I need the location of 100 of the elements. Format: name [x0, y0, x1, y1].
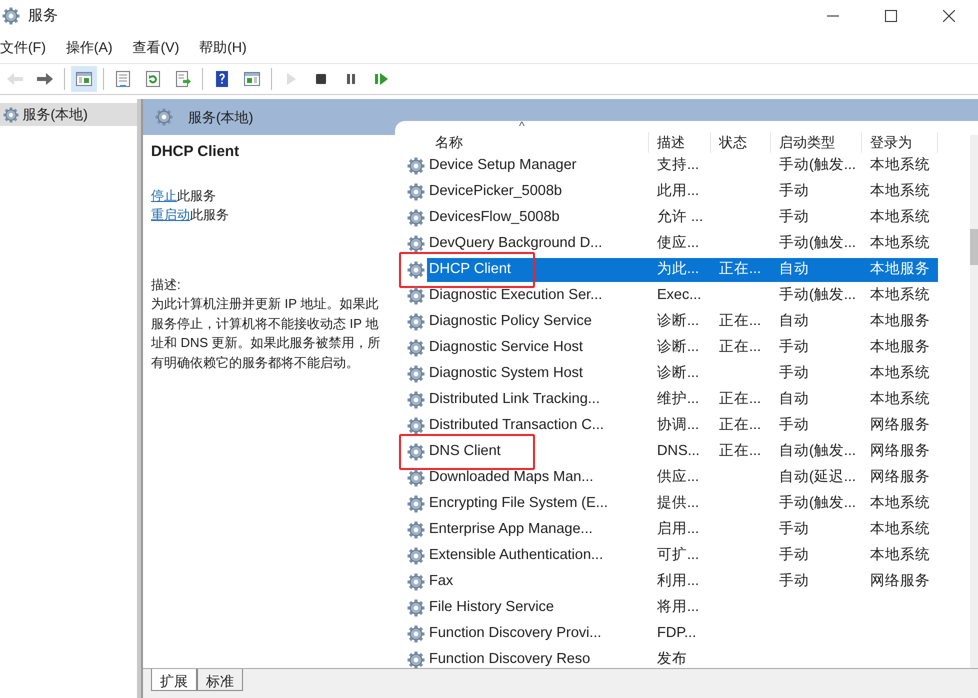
- gear-icon: [2, 7, 20, 25]
- service-row[interactable]: Downloaded Maps Man... 供应... 自动(延迟... 网络服务: [427, 466, 938, 490]
- action-text: 重启动此服务: [151, 206, 230, 224]
- service-name: Downloaded Maps Man...: [428, 468, 594, 488]
- service-row[interactable]: Encrypting File System (E... 提供... 手动(触发... 本地系统: [427, 492, 938, 516]
- logon-account: 网络服务: [869, 442, 931, 462]
- action-pane-icon: [243, 70, 261, 88]
- service-row[interactable]: DevQuery Background D... 使应... 手动(触发... 本地系统: [427, 232, 938, 256]
- service-status: 正在...: [718, 312, 762, 332]
- service-name: Function Discovery Provi...: [428, 624, 602, 644]
- service-row[interactable]: DNS Client DNS... 正在... 自动(触发... 网络服务: [427, 440, 938, 464]
- gear-icon: [407, 313, 425, 332]
- startup-type: 手动(触发...: [778, 234, 857, 254]
- service-name: Function Discovery Reso: [428, 650, 592, 670]
- service-row[interactable]: Diagnostic System Host 诊断... 手动 本地系统: [427, 362, 938, 386]
- service-description: 将用...: [656, 598, 700, 618]
- logon-account: 本地服务: [869, 312, 931, 332]
- column-header[interactable]: 启动类型: [771, 132, 862, 154]
- service-status: 正在...: [718, 338, 762, 358]
- gear-icon: [407, 573, 425, 592]
- service-description: 协调...: [656, 416, 700, 436]
- startup-type: 自动: [778, 390, 810, 410]
- menu-item[interactable]: 查看(V): [122, 36, 190, 58]
- service-description: FDP...: [656, 624, 698, 644]
- console-tree-icon: [75, 70, 93, 88]
- service-row[interactable]: Device Setup Manager 支持... 手动(触发... 本地系统: [427, 154, 938, 178]
- menu-item[interactable]: 文件(F): [0, 36, 56, 58]
- action-link[interactable]: 重启动: [151, 207, 190, 222]
- service-status: 正在...: [718, 260, 762, 280]
- service-description: 支持...: [656, 156, 700, 176]
- service-name: DevQuery Background D...: [428, 234, 604, 254]
- column-header[interactable]: 状态: [711, 132, 771, 154]
- gear-icon: [155, 108, 173, 126]
- startup-type: 手动: [778, 520, 810, 540]
- view-tab[interactable]: 扩展: [151, 669, 197, 692]
- startup-type: 手动: [778, 546, 810, 566]
- view-tab[interactable]: 标准: [197, 669, 243, 692]
- service-description: 诊断...: [656, 364, 700, 384]
- service-row[interactable]: Diagnostic Execution Ser... Exec... 手动(触发... 本地系统: [427, 284, 938, 308]
- service-row[interactable]: Enterprise App Manage... 启用... 手动 本地系统: [427, 518, 938, 542]
- service-name: DevicesFlow_5008b: [428, 208, 561, 228]
- service-row[interactable]: DevicesFlow_5008b 允许 ... 手动 本地系统: [427, 206, 938, 230]
- gear-icon: [407, 625, 425, 644]
- service-row[interactable]: Diagnostic Policy Service 诊断... 正在... 自动 本地服务: [427, 310, 938, 334]
- console-tree-button[interactable]: [71, 66, 97, 92]
- service-row[interactable]: Function Discovery Provi... FDP...: [427, 622, 938, 646]
- service-description: 诊断...: [656, 338, 700, 358]
- service-row[interactable]: File History Service 将用...: [427, 596, 938, 620]
- logon-account: 本地服务: [869, 260, 931, 280]
- service-name: DHCP Client: [428, 260, 512, 280]
- menu-item[interactable]: 操作(A): [56, 36, 123, 58]
- service-description: 启用...: [656, 520, 700, 540]
- service-row[interactable]: Function Discovery Reso 发布: [427, 648, 938, 672]
- scrollbar[interactable]: [970, 135, 978, 668]
- maximize-icon: [885, 10, 897, 22]
- logon-account: 本地服务: [869, 338, 931, 358]
- window-title: 服务: [28, 6, 59, 26]
- column-header[interactable]: 描述: [649, 132, 711, 154]
- service-row[interactable]: DevicePicker_5008b 此用... 手动 本地系统: [427, 180, 938, 204]
- service-row[interactable]: Extensible Authentication... 可扩... 手动 本地系统: [427, 544, 938, 568]
- service-row[interactable]: Diagnostic Service Host 诊断... 正在... 手动 本地服务: [427, 336, 938, 360]
- startup-type: 手动(触发...: [778, 494, 857, 514]
- column-header[interactable]: 登录为: [862, 132, 938, 154]
- gear-icon: [407, 417, 425, 436]
- service-row[interactable]: Fax 利用... 手动 网络服务: [427, 570, 938, 594]
- gear-icon: [3, 106, 19, 123]
- service-name: DNS Client: [428, 442, 502, 462]
- service-description: 使应...: [656, 234, 700, 254]
- logon-account: 本地系统: [869, 182, 931, 202]
- startup-type: 手动: [778, 338, 810, 358]
- service-name: DevicePicker_5008b: [428, 182, 563, 202]
- startup-type: 手动(触发...: [778, 156, 857, 176]
- service-name: Device Setup Manager: [428, 156, 578, 176]
- gear-icon: [407, 521, 425, 540]
- tree-item[interactable]: 服务(本地): [0, 103, 137, 126]
- service-status: 正在...: [718, 390, 762, 410]
- service-row[interactable]: Distributed Transaction C... 协调... 正在... 手动 网络服务: [427, 414, 938, 438]
- gear-icon: [407, 339, 425, 358]
- description-text: 为此计算机注册并更新 IP 地址。如果此服务停止，计算机将不能接收动态 IP 地址和 DNS 更新。如果此服务被禁用，所有明确依赖它的服务都将不能启动。: [151, 295, 382, 372]
- startup-type: 自动: [778, 260, 810, 280]
- service-row[interactable]: DHCP Client 为此... 正在... 自动 本地服务: [427, 258, 938, 282]
- action-text: 停止此服务: [151, 186, 217, 205]
- logon-account: 本地系统: [869, 494, 931, 514]
- action-link[interactable]: 停止: [151, 188, 177, 203]
- gear-icon: [407, 157, 425, 176]
- service-description: 此用...: [656, 182, 700, 202]
- logon-account: 本地系统: [869, 520, 931, 540]
- service-name: Diagnostic System Host: [428, 364, 584, 384]
- startup-type: 自动: [778, 312, 810, 332]
- service-name: Distributed Link Tracking...: [428, 390, 601, 410]
- logon-account: 网络服务: [869, 572, 931, 592]
- service-row[interactable]: Distributed Link Tracking... 维护... 正在... 自动 本地系统: [427, 388, 938, 412]
- service-name: Diagnostic Execution Ser...: [428, 286, 604, 306]
- service-name: Distributed Transaction C...: [428, 416, 605, 436]
- startup-type: 手动: [778, 572, 810, 592]
- gear-icon: [407, 261, 425, 280]
- service-status: 正在...: [718, 416, 762, 436]
- logon-account: 本地系统: [869, 390, 931, 410]
- help-icon: [213, 70, 231, 88]
- menu-item[interactable]: 帮助(H): [189, 36, 257, 58]
